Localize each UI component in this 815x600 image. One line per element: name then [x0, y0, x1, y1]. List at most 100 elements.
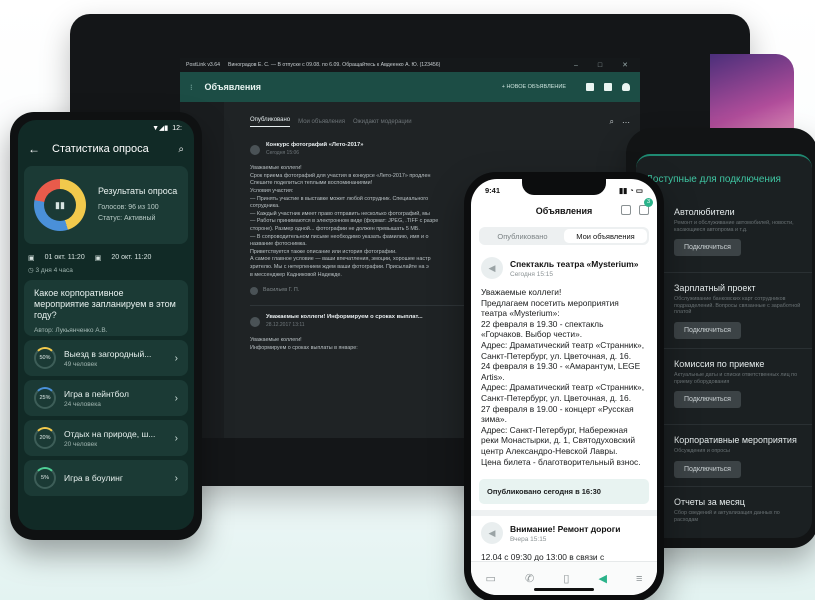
window-title-bar: PostLink v3.64 Виноградов Е. С. — В отпу… — [180, 58, 640, 72]
duration-value: 3 дня 4 часа — [35, 267, 73, 274]
connect-button[interactable]: Подключиться — [674, 239, 741, 257]
home-indicator — [534, 588, 594, 591]
results-donut-chart: ▮▮ — [34, 179, 86, 231]
survey-option[interactable]: 5% Игра в боулинг › — [24, 460, 188, 496]
status-time: 12: — [172, 124, 182, 132]
percent-ring: 25% — [34, 387, 56, 409]
chat-icon[interactable]: ▭ — [486, 572, 496, 585]
megaphone-icon — [250, 144, 260, 155]
option-label: Игра в пейнтбол — [64, 388, 129, 399]
window-status: Виноградов Е. С. — В отпуске с 09.08. по… — [228, 62, 441, 68]
back-arrow-icon[interactable]: ← — [28, 142, 40, 156]
page-title: Статистика опроса — [52, 143, 149, 155]
new-announcement-button[interactable]: + НОВОЕ ОБЪЯВЛЕНИЕ — [502, 84, 566, 90]
maximize-button[interactable]: □ — [592, 62, 608, 69]
more-icon[interactable]: ⋯ — [622, 118, 630, 127]
chevron-right-icon: › — [174, 392, 178, 404]
author-name: Васильев Г. П. — [263, 287, 300, 294]
calendar-icon: ▣ — [28, 255, 35, 262]
megaphone-icon — [250, 316, 260, 327]
announcements-iphone: 9:41 ▮▮ ◔ ▭ Объявления 3 Опубликовано Мо… — [464, 172, 664, 600]
post-title: Конкурс фотографий «Лето-2017» — [266, 142, 364, 148]
announcement-tabs: Опубликовано Мои объявления Ожидают моде… — [250, 114, 630, 130]
option-count: 49 человек — [64, 360, 98, 368]
service-desc: Обслуживание банковских карт сотрудников… — [674, 296, 801, 316]
chevron-right-icon: › — [174, 352, 178, 364]
service-name: Отчеты за месяц — [674, 497, 745, 507]
votes-count: Голосов: 96 из 100 — [98, 204, 159, 211]
survey-screen: ▼◢▮ 12: ← Статистика опроса ⌕ ▮▮ Результ… — [18, 120, 194, 530]
search-icon[interactable]: ⌕ — [610, 117, 614, 127]
post-title: Внимание! Ремонт дороги — [510, 523, 621, 534]
megaphone-icon[interactable]: ◀ — [598, 572, 606, 585]
tab-my-announcements[interactable]: Мои объявления — [298, 119, 345, 125]
service-desc: Обсуждения и опросы — [674, 448, 730, 454]
minimize-button[interactable]: – — [568, 62, 584, 69]
option-label: Выезд в загородный... — [64, 348, 152, 359]
iphone-header: Объявления 3 — [471, 198, 657, 221]
question-card: Какое корпоративное мероприятие запланир… — [24, 280, 188, 336]
megaphone-icon: ◀ — [481, 522, 503, 545]
post-date: 28.12.2017 13:11 — [266, 321, 305, 328]
chevron-right-icon: › — [174, 472, 178, 484]
bell-icon[interactable] — [622, 83, 630, 91]
service-desc: Актуальные даты и списки ответственных л… — [674, 372, 798, 385]
megaphone-icon: ◀ — [481, 257, 503, 279]
survey-option[interactable]: 25% Игра в пейнтбол 24 человека › — [24, 380, 188, 416]
menu-icon[interactable]: ≡ — [636, 573, 642, 585]
service-name: Комиссия по приемке — [674, 359, 765, 369]
service-desc: Ремонт и обслуживание автомобилей, новос… — [674, 220, 794, 233]
segment-my-announcements[interactable]: Мои объявления — [564, 229, 647, 243]
survey-option[interactable]: 50% Выезд в загородный... 49 человек › — [24, 340, 188, 376]
post-body: Уважаемые коллеги! Предлагаем посетить м… — [481, 287, 645, 467]
connect-button[interactable]: Подключиться — [674, 391, 741, 409]
option-count: 20 человек — [64, 440, 98, 448]
app-title: Объявления — [204, 82, 262, 92]
bookmark-icon[interactable] — [586, 83, 594, 91]
avatar — [250, 287, 258, 296]
post-date: Сегодня 15:15 — [510, 270, 553, 278]
survey-option[interactable]: 20% Отдых на природе, ш... 20 человек › — [24, 420, 188, 456]
post-title: Уважаемые коллеги! Информируем о сроках … — [266, 314, 423, 321]
status-time: 9:41 — [485, 185, 501, 195]
menu-dots-icon[interactable]: ⁝ — [190, 83, 193, 92]
service-name: Корпоративные мероприятия — [674, 435, 797, 445]
percent-ring: 20% — [34, 427, 56, 449]
tab-moderation[interactable]: Ожидают модерации — [353, 119, 412, 125]
signal-icon: ▼◢▮ — [152, 125, 169, 132]
survey-duration: ◷ 3 дня 4 часа — [28, 266, 184, 274]
search-icon[interactable]: ⌕ — [178, 144, 184, 155]
results-title: Результаты опроса — [98, 186, 178, 196]
services-title: Доступные для подключения — [646, 174, 781, 185]
tab-published[interactable]: Опубликовано — [250, 117, 291, 127]
announcement-item[interactable]: ◀ Спектакль театра «Mysterium» Сегодня 1… — [471, 251, 657, 473]
option-label: Игра в боулинг — [64, 473, 123, 483]
survey-phone: ▼◢▮ 12: ← Статистика опроса ⌕ ▮▮ Результ… — [10, 112, 202, 540]
date-to: 20 окт. 11:20 — [111, 254, 152, 261]
percent-ring: 5% — [34, 467, 56, 489]
survey-results-card: ▮▮ Результаты опроса Голосов: 96 из 100 … — [24, 166, 188, 244]
post-header[interactable]: Конкурс фотографий «Лето-2017» Сегодня 1… — [250, 142, 540, 157]
battery-icon: ▮▮ ◔ ▭ — [618, 185, 643, 195]
survey-dates: ▣ 01 окт. 11:20 ▣ 20 окт. 11:20 — [28, 254, 184, 262]
window-title: PostLink v3.64 — [186, 62, 221, 68]
edit-icon[interactable] — [621, 205, 631, 215]
contacts-icon[interactable]: ▯ — [563, 572, 569, 585]
folder-icon[interactable] — [604, 83, 612, 91]
date-from: 01 окт. 11:20 — [44, 254, 85, 261]
option-count: 24 человека — [64, 400, 101, 408]
post-title: Спектакль театра «Mysterium» — [510, 258, 639, 269]
close-button[interactable]: ✕ — [616, 61, 634, 69]
survey-status: Статус: Активный — [98, 215, 156, 222]
connect-button[interactable]: Подключиться — [674, 321, 741, 339]
published-note: Опубликовано сегодня в 16:30 — [479, 479, 649, 505]
iphone-screen: 9:41 ▮▮ ◔ ▭ Объявления 3 Опубликовано Мо… — [471, 179, 657, 595]
bar-chart-icon: ▮▮ — [44, 189, 76, 221]
service-name: Автолюбители — [674, 207, 735, 217]
phone-icon[interactable]: ✆ — [525, 572, 534, 585]
segment-published[interactable]: Опубликовано — [481, 229, 564, 243]
connect-button[interactable]: Подключиться — [674, 460, 741, 478]
segment-control: Опубликовано Мои объявления — [479, 227, 649, 245]
percent-ring: 50% — [34, 347, 56, 369]
post-date: Вчера 15:15 — [510, 535, 547, 543]
